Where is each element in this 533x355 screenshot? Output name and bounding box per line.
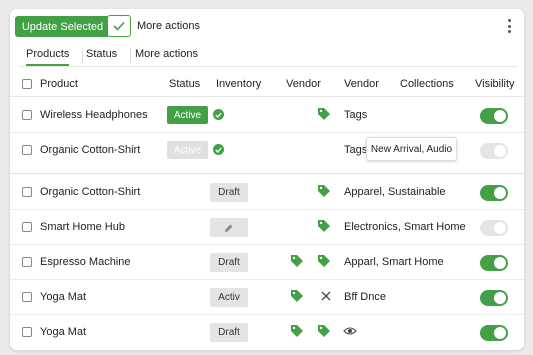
table-row[interactable]: Yoga Mat Draft	[10, 315, 524, 350]
confirm-button[interactable]	[107, 15, 131, 37]
table-row[interactable]: Wireless Headphones Active Tags	[10, 98, 524, 133]
row-checkbox[interactable]	[22, 257, 32, 267]
section-divider	[10, 173, 524, 174]
product-name: Wireless Headphones	[40, 109, 148, 121]
vendor-text: Electronics, Smart Home	[344, 221, 466, 233]
product-name: Organic Cotton-Shirt	[40, 186, 141, 198]
column-header-product[interactable]: Product	[40, 78, 78, 90]
table-row[interactable]: Organic Cotton-Shirt Draft Apparel, Sust…	[10, 175, 524, 210]
visibility-toggle[interactable]	[480, 325, 508, 341]
visibility-toggle[interactable]	[480, 290, 508, 306]
row-checkbox[interactable]	[22, 110, 32, 120]
status-badge: Active	[167, 141, 208, 159]
tag-icon[interactable]	[317, 184, 331, 198]
tag-icon[interactable]	[317, 107, 331, 121]
inventory-badge: Activ	[210, 288, 248, 307]
column-header-status[interactable]: Status	[169, 78, 200, 90]
column-header-vendor-2[interactable]: Vendor	[344, 78, 379, 90]
inventory-badge: Draft	[210, 183, 248, 202]
visibility-toggle[interactable]	[480, 255, 508, 271]
column-header-visibility[interactable]: Visibility	[475, 78, 515, 90]
vendor-text: Apparl, Smart Home	[344, 256, 444, 268]
product-name: Organic Cotton-Shirt	[40, 144, 141, 156]
vendor-text: Tags	[344, 144, 368, 156]
row-checkbox[interactable]	[22, 187, 32, 197]
tag-icon[interactable]	[290, 324, 304, 338]
check-icon	[113, 21, 125, 31]
products-card: Update Selected More actions Products St…	[10, 9, 524, 350]
status-badge: Active	[167, 106, 208, 124]
tag-icon[interactable]	[290, 254, 304, 268]
inventory-badge: Draft	[210, 253, 248, 272]
table-header: Product Status Inventory Vendor Vendor C…	[10, 71, 524, 97]
row-checkbox[interactable]	[22, 327, 32, 337]
tab-products[interactable]: Products	[26, 48, 70, 66]
row-checkbox[interactable]	[22, 292, 32, 302]
tag-icon[interactable]	[317, 324, 331, 338]
more-vertical-icon[interactable]	[506, 19, 512, 33]
table-row[interactable]: Smart Home Hub Electronics, Smart Home	[10, 210, 524, 245]
product-name: Yoga Mat	[40, 326, 87, 338]
close-icon[interactable]	[320, 290, 332, 302]
update-selected-button[interactable]: Update Selected	[15, 16, 110, 37]
column-header-collections[interactable]: Collections	[400, 78, 454, 90]
visibility-toggle[interactable]	[480, 108, 508, 124]
bulk-toolbar: Update Selected More actions	[10, 9, 524, 45]
column-header-vendor[interactable]: Vendor	[286, 78, 321, 90]
table-row[interactable]: Yoga Mat Activ Bff Dnce	[10, 280, 524, 315]
eye-icon[interactable]	[343, 325, 357, 337]
check-circle-icon	[213, 144, 224, 155]
tab-more-actions[interactable]: More actions	[135, 48, 198, 60]
tab-divider	[130, 48, 131, 63]
check-circle-icon	[213, 109, 224, 120]
collections-tooltip: New Arrival, Audio	[366, 137, 457, 161]
product-name: Yoga Mat	[40, 291, 87, 303]
pencil-icon	[225, 224, 233, 232]
tab-divider	[82, 48, 83, 63]
tag-icon[interactable]	[317, 254, 331, 268]
visibility-toggle[interactable]	[480, 185, 508, 201]
product-name: Smart Home Hub	[40, 221, 125, 233]
edit-inventory-button[interactable]	[210, 218, 248, 237]
visibility-toggle[interactable]	[480, 143, 508, 159]
inventory-badge: Draft	[210, 323, 248, 342]
tab-status[interactable]: Status	[86, 48, 117, 60]
visibility-toggle[interactable]	[480, 220, 508, 236]
select-all-checkbox[interactable]	[22, 79, 32, 89]
column-header-inventory[interactable]: Inventory	[216, 78, 261, 90]
vendor-text: Apparel, Sustainable	[344, 186, 446, 198]
tag-icon[interactable]	[290, 289, 304, 303]
product-name: Espresso Machine	[40, 256, 131, 268]
row-checkbox[interactable]	[22, 222, 32, 232]
tag-icon[interactable]	[317, 219, 331, 233]
vendor-text: Tags	[344, 109, 368, 121]
row-checkbox[interactable]	[22, 145, 32, 155]
tab-bar: Products Status More actions	[18, 45, 518, 67]
more-actions-button[interactable]: More actions	[137, 20, 200, 32]
table-row[interactable]: Espresso Machine Draft Apparl, Smart Hom…	[10, 245, 524, 280]
vendor-text: Bff Dnce	[344, 291, 386, 303]
